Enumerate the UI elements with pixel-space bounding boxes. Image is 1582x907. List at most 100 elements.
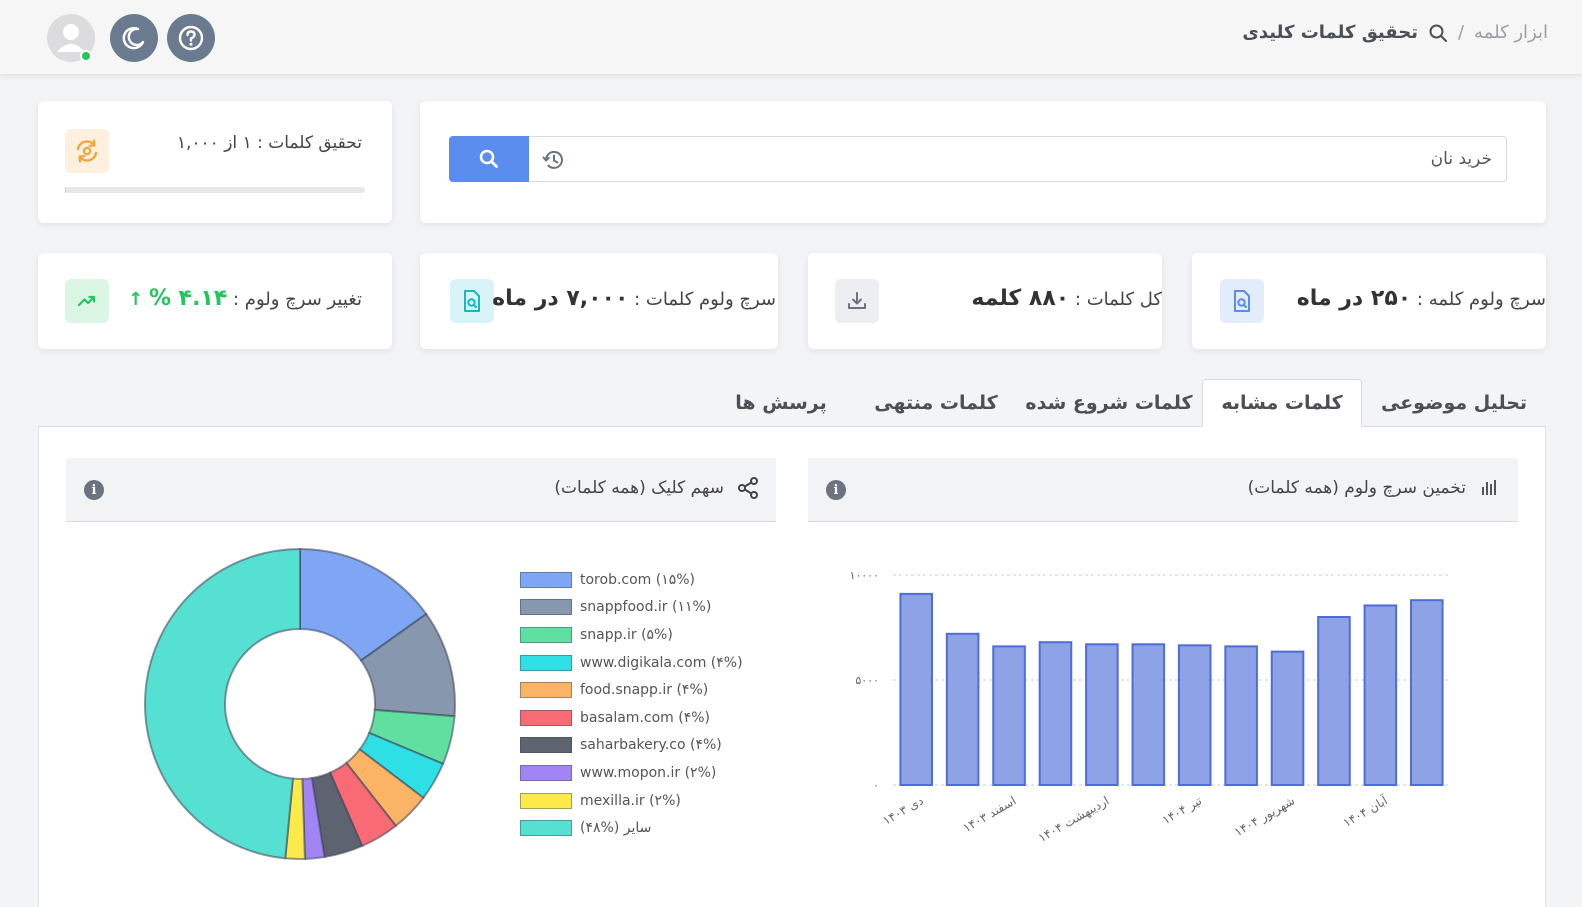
quota-label: تحقیق کلمات : ۱ از ۱,۰۰۰ (176, 133, 362, 153)
click-share-donut-chart (144, 547, 456, 860)
bar[interactable] (1085, 643, 1119, 786)
legend-item[interactable]: torob.com (۱۵%) (520, 566, 743, 594)
search-button[interactable] (449, 136, 529, 182)
legend-label: سایر (%۴۸) (580, 820, 652, 837)
y-tick-label: ۵۰۰۰ (855, 674, 879, 687)
legend-label: basalam.com (۴%) (580, 709, 710, 726)
stat-volume-change-value: % ۴.۱۴ (148, 286, 228, 311)
moon-icon (122, 26, 145, 50)
legend-swatch (520, 626, 572, 643)
bar[interactable] (992, 645, 1026, 787)
volume-widget-header: تخمین سرچ ولوم (همه کلمات) i (808, 458, 1518, 522)
legend-item[interactable]: food.snapp.ir (۴%) (520, 676, 743, 704)
volume-bar-chart: ۰ ۵۰۰۰ ۱۰۰۰۰ دی ۱۴۰۳ اسفند ۱۴۰۳ اردیبهشت ۱۴۰۴… (849, 569, 1450, 846)
x-tick-label: شهریور ۱۴۰۴ (1232, 793, 1298, 840)
click-share-widget-title: سهم کلیک (همه کلمات) (554, 478, 724, 498)
tab-similar-keywords[interactable]: کلمات مشابه (1202, 379, 1362, 427)
top-bar: ابزار کلمه / تحقیق کلمات کلیدی (0, 0, 1582, 75)
quota-card (38, 101, 392, 223)
legend-swatch (520, 682, 572, 699)
history-icon[interactable] (541, 147, 567, 173)
stat-keyword-volume-label: سرچ ولوم کلمه : (1416, 289, 1546, 310)
search-icon (1429, 24, 1447, 42)
legend-label: food.snapp.ir (۴%) (580, 682, 709, 699)
dark-mode-button[interactable] (110, 14, 158, 62)
bar-chart-icon (1482, 480, 1496, 495)
stat-keywords-volume-value: ۷,۰۰۰ در ماه (492, 286, 629, 311)
stat-total-keywords-label: کل کلمات : (1074, 289, 1162, 310)
download-icon[interactable] (846, 290, 868, 312)
legend-swatch (520, 571, 572, 588)
file-search-icon (464, 290, 480, 312)
legend-item[interactable]: basalam.com (۴%) (520, 704, 743, 732)
legend-swatch (520, 764, 572, 781)
bar[interactable] (1270, 650, 1305, 787)
legend-swatch (520, 737, 572, 754)
y-tick-label: ۱۰۰۰۰ (849, 569, 879, 582)
stat-icon-box (1220, 279, 1264, 323)
file-search-icon (1234, 290, 1250, 312)
tab-questions[interactable]: پرسش ها (706, 379, 856, 427)
stat-keyword-volume-value: ۲۵۰ در ماه (1296, 286, 1412, 311)
legend-label: www.digikala.com (۴%) (580, 654, 743, 671)
legend-item[interactable]: snapp.ir (۵%) (520, 621, 743, 649)
volume-widget-title: تخمین سرچ ولوم (همه کلمات) (1247, 478, 1466, 498)
legend-label: snappfood.ir (۱۱%) (580, 599, 712, 616)
info-icon[interactable]: i (84, 480, 104, 500)
bar[interactable] (899, 592, 933, 787)
tab-ending-keywords[interactable]: کلمات منتهی (856, 379, 1016, 427)
x-tick-label: آبان ۱۴۰۴ (1340, 792, 1390, 830)
legend-label: mexilla.ir (۲%) (580, 792, 681, 809)
search-icon (479, 149, 498, 168)
legend-swatch (520, 792, 572, 809)
stat-volume-change-label: تغییر سرچ ولوم : (233, 289, 362, 310)
legend-item[interactable]: saharbakery.co (۴%) (520, 732, 743, 760)
bar[interactable] (1177, 644, 1212, 786)
bar[interactable] (1410, 599, 1444, 787)
bar[interactable] (1224, 645, 1258, 787)
stat-keywords-volume: سرچ ولوم کلمات : ۷,۰۰۰ در ماه (492, 286, 776, 311)
legend-swatch (520, 820, 572, 837)
legend-label: www.mopon.ir (۲%) (580, 764, 717, 781)
breadcrumb-root[interactable]: ابزار کلمه (1474, 22, 1548, 43)
tab-topic-analysis[interactable]: تحلیل موضوعی (1362, 379, 1546, 427)
bar[interactable] (1363, 604, 1398, 786)
quota-progress-bar (65, 187, 365, 193)
help-button[interactable] (167, 14, 215, 62)
refresh-icon (76, 139, 98, 163)
legend-label: saharbakery.co (۴%) (580, 737, 722, 754)
x-tick-label: تیر ۱۴۰۴ (1160, 793, 1205, 828)
x-tick-label: دی ۱۴۰۳ (880, 793, 925, 827)
pie-slice[interactable] (144, 547, 301, 860)
breadcrumb-separator: / (1457, 22, 1465, 43)
bar[interactable] (1038, 641, 1073, 786)
legend-label: torob.com (۱۵%) (580, 571, 696, 588)
click-share-legend: torob.com (۱۵%) snappfood.ir (۱۱%) snapp.i… (520, 566, 743, 842)
x-tick-label: اسفند ۱۴۰۳ (960, 793, 1018, 835)
bar[interactable] (1131, 643, 1166, 786)
stat-total-keywords-value: ۸۸۰ کلمه (971, 286, 1070, 311)
bar[interactable] (1317, 616, 1351, 786)
stat-keywords-volume-label: سرچ ولوم کلمات : (634, 289, 776, 310)
stat-total-keywords: کل کلمات : ۸۸۰ کلمه (971, 286, 1162, 311)
legend-item[interactable]: سایر (%۴۸) (520, 814, 743, 842)
page-title: تحقیق کلمات کلیدی (1242, 22, 1418, 43)
stat-volume-change: تغییر سرچ ولوم : % ۴.۱۴ ↑ (128, 286, 362, 311)
legend-item[interactable]: snappfood.ir (۱۱%) (520, 594, 743, 622)
legend-swatch (520, 709, 572, 726)
stat-icon-box (65, 279, 109, 323)
tab-starting-keywords[interactable]: کلمات شروع شده (1016, 379, 1202, 427)
stat-icon-box (450, 279, 494, 323)
trending-up-icon (77, 295, 96, 307)
breadcrumb: ابزار کلمه / تحقیق کلمات کلیدی (1242, 22, 1548, 43)
arrow-up-icon: ↑ (128, 289, 144, 310)
bar[interactable] (945, 632, 980, 786)
legend-item[interactable]: www.digikala.com (۴%) (520, 649, 743, 677)
legend-item[interactable]: www.mopon.ir (۲%) (520, 759, 743, 787)
legend-label: snapp.ir (۵%) (580, 626, 673, 643)
legend-item[interactable]: mexilla.ir (۲%) (520, 787, 743, 815)
info-icon[interactable]: i (826, 480, 846, 500)
search-input[interactable]: خرید نان (528, 136, 1507, 182)
legend-swatch (520, 599, 572, 616)
stat-keyword-volume: سرچ ولوم کلمه : ۲۵۰ در ماه (1297, 286, 1546, 311)
